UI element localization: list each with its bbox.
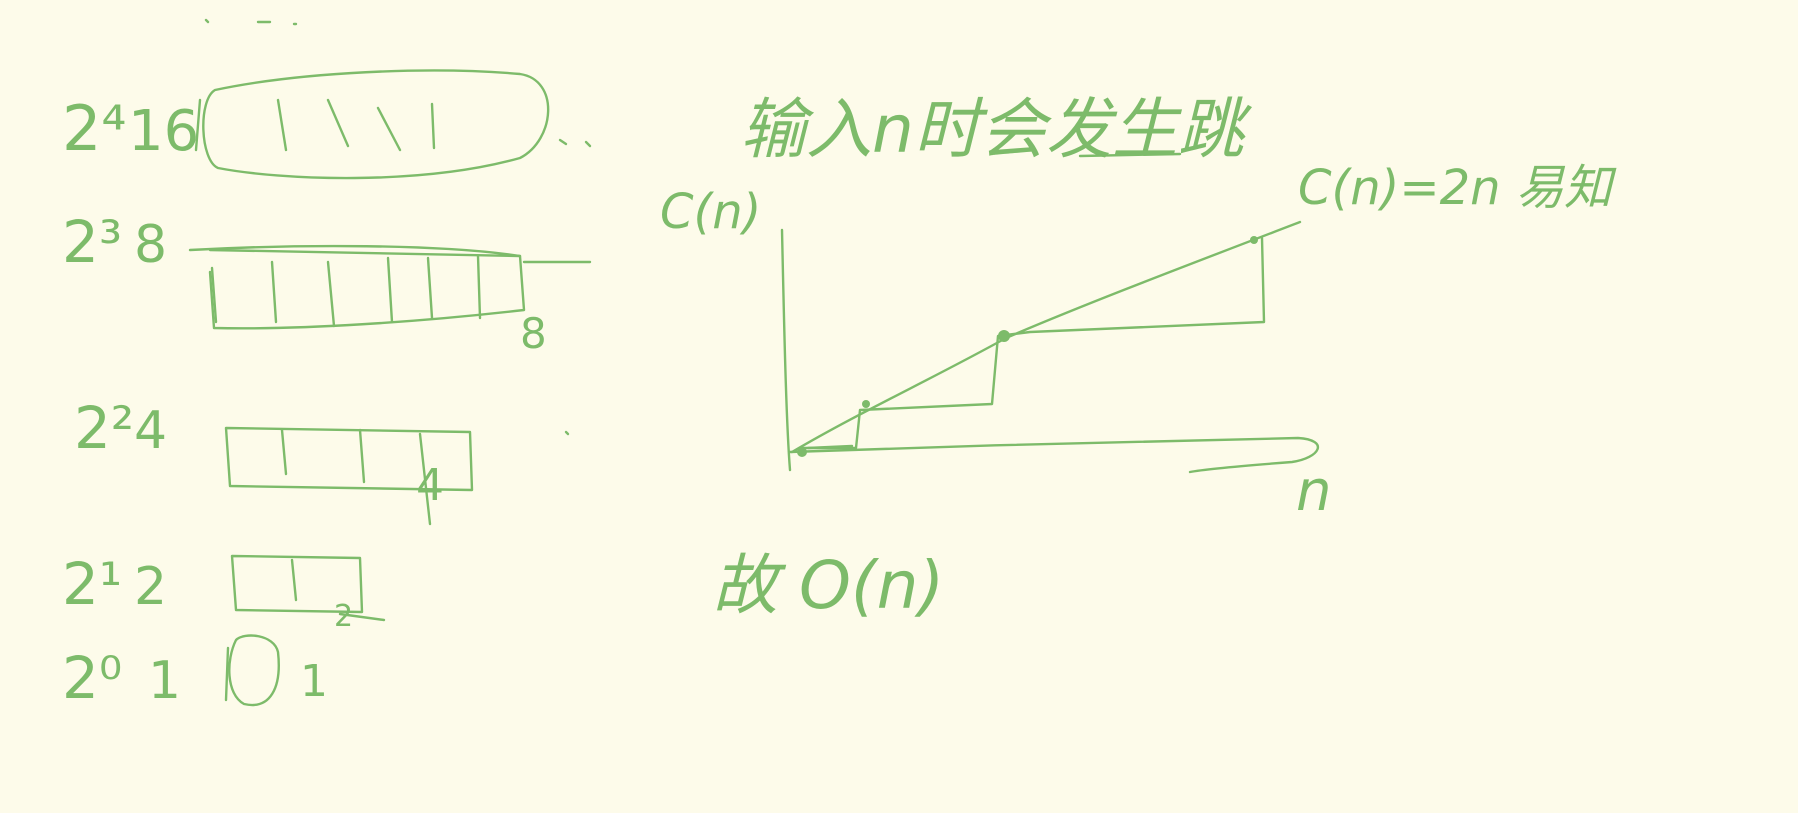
graph: C(n) n C(n)=2n 易知: [660, 160, 1617, 524]
row-power: 2⁴: [62, 92, 126, 165]
row-power: 2³: [62, 208, 122, 276]
box-2: 2: [230, 554, 386, 634]
row-value: 8: [134, 215, 167, 275]
graph-point: [1250, 236, 1258, 244]
linear-bound-line: [790, 220, 1302, 454]
graph-point: [862, 400, 870, 408]
box-tick-label: 2: [334, 599, 353, 634]
box-tick-label: 1: [300, 656, 328, 707]
y-axis: [780, 228, 792, 472]
box-1: 1: [224, 634, 328, 707]
box-4: 4: [224, 426, 474, 526]
row-power: 2²: [74, 394, 134, 462]
x-axis-label: n: [1296, 459, 1332, 524]
note-heading: 输入n时会发生跳: [740, 91, 1253, 168]
cost-staircase: [798, 236, 1266, 450]
line-label: C(n)=2n 易知: [1298, 160, 1617, 216]
row-power: 2¹: [62, 550, 122, 618]
row-power: 2⁰: [62, 644, 122, 712]
box-8: 8: [188, 244, 592, 358]
row-value: 16: [128, 99, 199, 164]
row-value: 2: [134, 557, 167, 617]
graph-point: [797, 447, 807, 457]
row-value: 4: [134, 401, 167, 461]
graph-point: [998, 330, 1010, 342]
y-axis-label: C(n): [660, 184, 761, 240]
box-16: [194, 69, 592, 180]
row-value: 1: [148, 651, 181, 711]
x-axis: [788, 436, 1320, 474]
powers-column: 2⁴ 16 2³ 8 2² 4 2¹ 2 2⁰ 1: [62, 92, 199, 712]
conclusion: 故 O(n): [712, 547, 944, 624]
handwritten-note-canvas: 2⁴ 16 2³ 8 2² 4 2¹ 2 2⁰ 1 8 4 2 1 输入n时会发…: [62, 18, 1617, 712]
box-tick-label: 4: [416, 460, 444, 511]
box-tick-label: 8: [520, 309, 547, 358]
